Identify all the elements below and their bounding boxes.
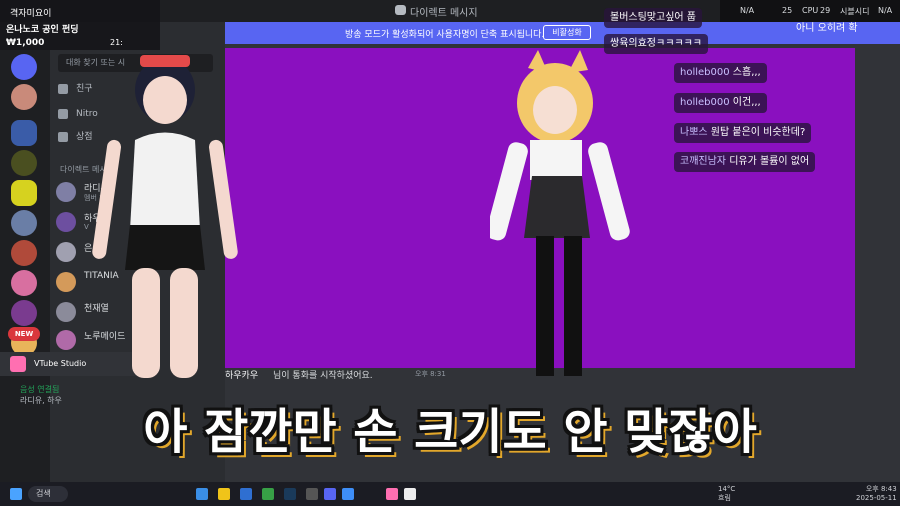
avatar — [56, 330, 76, 350]
folder-icon[interactable] — [11, 120, 37, 146]
avatar — [56, 242, 76, 262]
server-icon-4[interactable] — [11, 180, 37, 206]
stream-chat-message: 볼버스팅맞고싶어 풉 — [604, 8, 702, 28]
obs-icon[interactable] — [404, 488, 416, 500]
avatar — [56, 212, 76, 232]
steam-icon[interactable] — [284, 488, 296, 500]
server-icon-6[interactable] — [11, 240, 37, 266]
friends-icon — [58, 83, 68, 94]
stream-chat-message: 나뽀스 원탑 붙은이 비슷한데? — [674, 123, 812, 143]
taskbar-app-icon[interactable] — [240, 488, 252, 500]
stream-chat-message: 코깨진남자 디유가 볼륨이 없어 — [674, 152, 816, 172]
taskbar-app-icon[interactable] — [196, 488, 208, 500]
screen: 다이렉트 메시지 NEW 대화 찾기 또는 시 친구 Nitro 상점 다이렉트… — [0, 0, 900, 506]
notice-text: 방송 모드가 활성화되어 사용자명이 단축 표시됩니다. — [345, 30, 545, 40]
taskbar-search[interactable]: 검색 — [28, 486, 68, 502]
windows-taskbar: 검색 14°C 흐림 오후 8:43 2025-05-11 — [0, 482, 900, 506]
server-icon-2[interactable] — [11, 84, 37, 110]
taskbar-app-icon[interactable] — [386, 488, 398, 500]
server-icon-1[interactable] — [11, 54, 37, 80]
avatar — [56, 182, 76, 202]
disable-button[interactable]: 비활성화 — [543, 25, 591, 40]
server-icon-3[interactable] — [11, 150, 37, 176]
shop-icon — [58, 131, 68, 142]
folder-icon[interactable] — [218, 488, 230, 500]
new-badge: NEW — [8, 327, 40, 341]
vtuber-avatar-left — [92, 55, 238, 378]
taskbar-clock[interactable]: 오후 8:43 2025-05-11 — [856, 485, 897, 503]
taskbar-app-icon[interactable] — [306, 488, 318, 500]
server-icon-7[interactable] — [11, 270, 37, 296]
server-icon-8[interactable] — [11, 300, 37, 326]
window-title: 다이렉트 메시지 — [410, 8, 478, 19]
windows-start-icon[interactable] — [10, 488, 22, 500]
vtuber-avatar-right — [490, 50, 630, 376]
server-icon-5[interactable] — [11, 210, 37, 236]
avatar — [56, 272, 76, 292]
discord-icon[interactable] — [324, 488, 336, 500]
chrome-icon[interactable] — [262, 488, 274, 500]
avatar — [56, 302, 76, 322]
weather-widget[interactable]: 14°C 흐림 — [718, 485, 735, 503]
stream-chat-message: holleb000 이건,,, — [674, 93, 767, 113]
nitro-icon — [58, 108, 68, 119]
stream-chat-message: holleb000 스흡,,, — [674, 63, 767, 83]
discord-icon — [395, 5, 406, 15]
taskbar-app-icon[interactable] — [342, 488, 354, 500]
stream-subtitle: 아 잠깐만 손 크기도 안 맞잖아 — [143, 404, 757, 460]
vtube-studio-icon — [10, 356, 26, 372]
stream-chat-message: 아니 오히려 확 — [796, 23, 858, 34]
